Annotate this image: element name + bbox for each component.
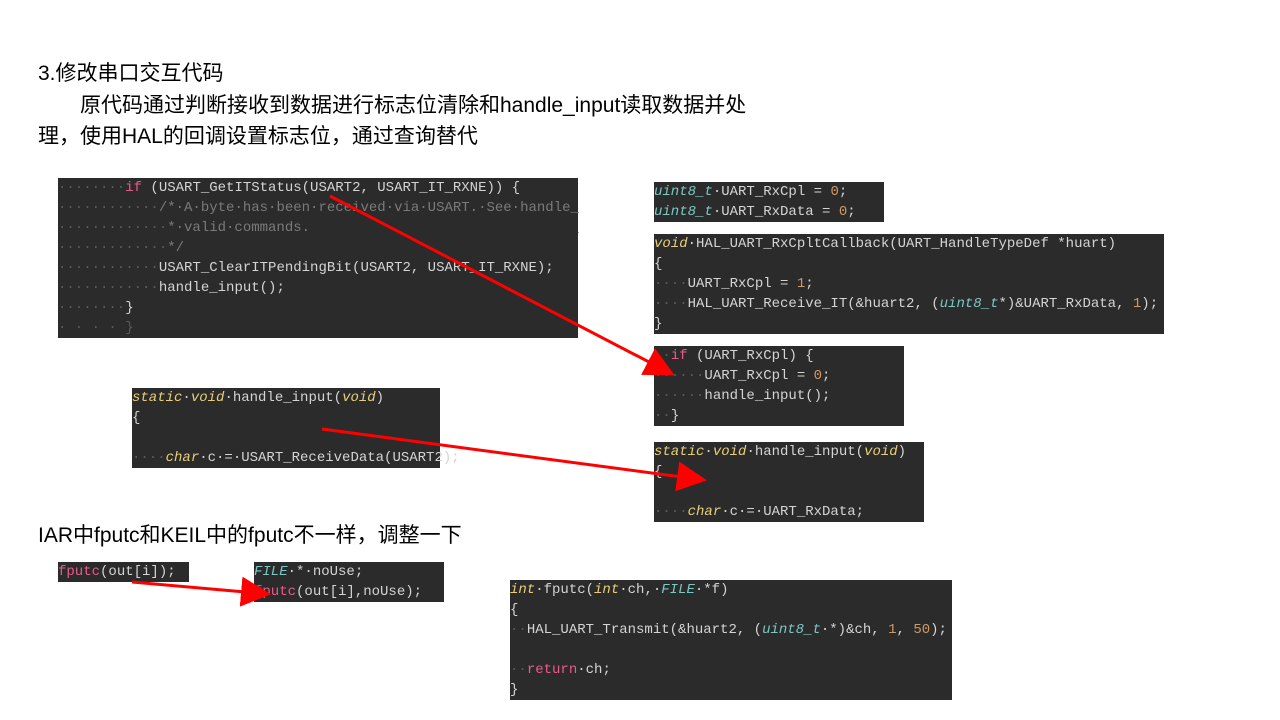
title-line3: 理，使用HAL的回调设置标志位，通过查询替代 (38, 121, 746, 153)
code-new-callback: void·HAL_UART_RxCpltCallback(UART_Handle… (654, 234, 1164, 334)
code-old-handle-input: static·void·handle_input(void) { ····cha… (132, 388, 440, 468)
code-new-handle-input: static·void·handle_input(void) { ····cha… (654, 442, 924, 522)
title-line2: 原代码通过判断接收到数据进行标志位清除和handle_input读取数据并处 (38, 90, 746, 122)
subsection-title: IAR中fputc和KEIL中的fputc不一样，调整一下 (38, 520, 462, 552)
code-fputc-impl: int·fputc(int·ch,·FILE·*f) { ··HAL_UART_… (510, 580, 952, 700)
arrow-fputc-to-new (132, 582, 268, 594)
section-title: 3.修改串口交互代码 原代码通过判断接收到数据进行标志位清除和handle_in… (38, 58, 746, 153)
code-old-fputc: fputc(out[i]); (58, 562, 189, 582)
code-old-usart-if-render: ········if (USART_GetITStatus(USART2, US… (58, 178, 578, 318)
code-new-fputc-call: FILE·*·noUse; fputc(out[i],noUse); (254, 562, 444, 602)
title-line1: 3.修改串口交互代码 (38, 58, 746, 90)
code-new-vars: uint8_t·UART_RxCpl = 0; uint8_t·UART_RxD… (654, 182, 884, 222)
code-new-if: ··if (UART_RxCpl) { ······UART_RxCpl = 0… (654, 346, 904, 426)
